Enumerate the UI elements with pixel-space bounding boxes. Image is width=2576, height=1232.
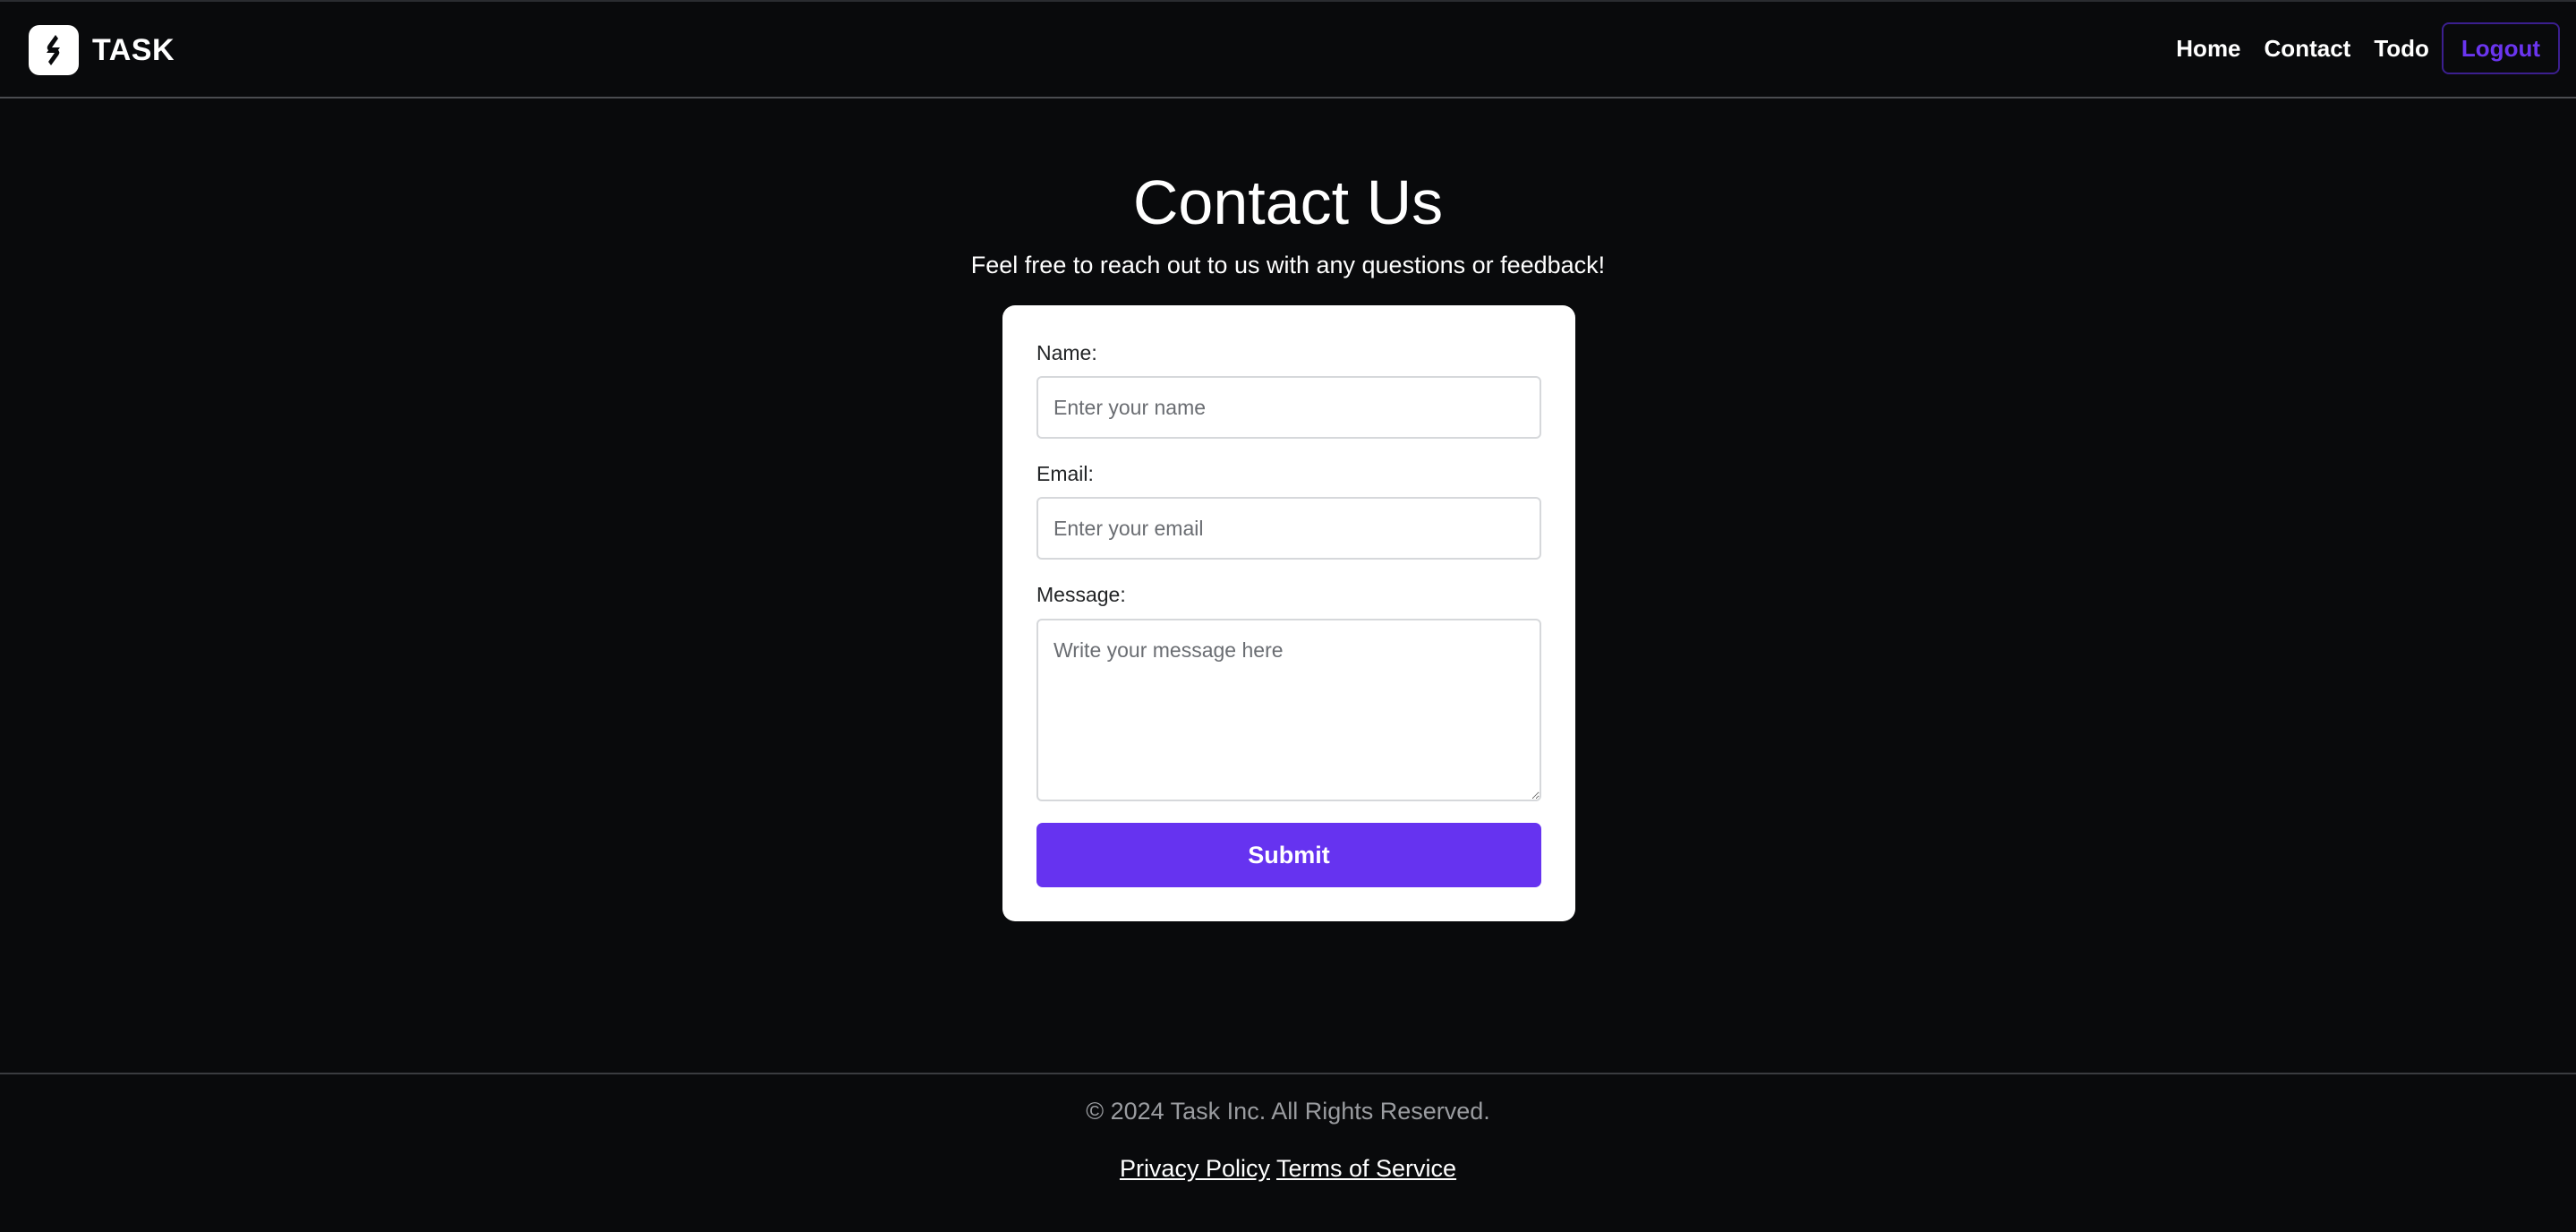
main-nav: Home Contact Todo Logout [2153, 21, 2560, 75]
name-label: Name: [1036, 341, 1097, 364]
brand-name: TASK [92, 32, 175, 67]
page-title: Contact Us [1132, 167, 1444, 237]
page-subtitle: Feel free to reach out to us with any qu… [970, 252, 1606, 278]
brand[interactable]: TASK [29, 25, 175, 75]
nav-todo-link[interactable]: Todo [2374, 35, 2429, 63]
top-navbar: TASK Home Contact Todo Logout [0, 0, 2576, 98]
copyright-text: © 2024 Task Inc. All Rights Reserved. [1086, 1098, 1490, 1125]
nav-home-link[interactable]: Home [2176, 35, 2240, 63]
footer: © 2024 Task Inc. All Rights Reserved. Pr… [0, 1073, 2576, 1232]
contact-page: TASK Home Contact Todo Logout Contact Us… [0, 0, 2576, 1232]
message-textarea[interactable] [1036, 619, 1541, 801]
contact-form: Name: Email: Message: Submit [1002, 305, 1575, 921]
privacy-policy-link[interactable]: Privacy Policy [1120, 1155, 1270, 1182]
nav-contact-link[interactable]: Contact [2265, 35, 2351, 63]
logout-button[interactable]: Logout [2441, 22, 2560, 74]
email-input[interactable] [1036, 497, 1541, 560]
name-input[interactable] [1036, 376, 1541, 439]
task-logo-icon [29, 25, 79, 75]
email-label: Email: [1036, 462, 1094, 485]
footer-links: Privacy Policy Terms of Service [0, 1155, 2576, 1183]
submit-button[interactable]: Submit [1036, 823, 1541, 887]
terms-of-service-link[interactable]: Terms of Service [1276, 1155, 1456, 1182]
message-label: Message: [1036, 583, 1126, 606]
